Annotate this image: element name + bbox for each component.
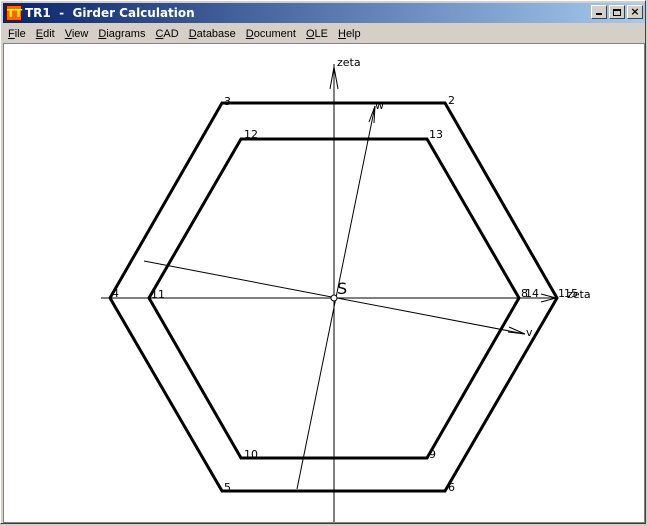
centroid-label: S xyxy=(337,279,347,298)
node-label-13: 13 xyxy=(429,128,443,141)
menu-edit[interactable]: Edit xyxy=(31,28,60,40)
menu-file[interactable]: File xyxy=(3,28,31,40)
menu-diagrams[interactable]: Diagrams xyxy=(93,28,150,40)
v-axis-arrow xyxy=(507,326,526,335)
node-label-11: 11 xyxy=(151,288,165,301)
minimize-icon xyxy=(596,13,602,15)
zeta-axis-label: zeta xyxy=(337,56,361,69)
node-label-15: 15 xyxy=(564,287,578,300)
drawing-canvas[interactable]: S zeta zeta w v 1 2 3 4 5 6 15 8 9 10 11… xyxy=(3,43,645,523)
menu-help[interactable]: Help xyxy=(333,28,366,40)
v-axis-label: v xyxy=(526,326,533,339)
node-label-3: 3 xyxy=(224,95,231,108)
menu-view[interactable]: View xyxy=(60,28,94,40)
w-axis-label: w xyxy=(375,99,384,112)
node-label-5: 5 xyxy=(224,481,231,494)
node-label-4: 4 xyxy=(112,287,119,300)
maximize-button[interactable] xyxy=(609,5,625,19)
menu-cad[interactable]: CAD xyxy=(150,28,183,40)
window-title: TR1 - Girder Calculation xyxy=(25,6,195,20)
app-icon[interactable]: TT xyxy=(6,5,22,21)
window-controls: × xyxy=(589,5,643,19)
maximize-icon xyxy=(613,8,621,16)
cross-section-drawing: S zeta zeta w v 1 2 3 4 5 6 15 8 9 10 11… xyxy=(101,56,591,522)
node-label-14: 14 xyxy=(525,287,539,300)
title-bar[interactable]: TT TR1 - Girder Calculation × xyxy=(3,3,645,23)
node-label-10: 10 xyxy=(244,448,258,461)
close-button[interactable]: × xyxy=(627,5,643,19)
close-icon: × xyxy=(630,5,640,18)
node-label-6: 6 xyxy=(448,481,455,494)
node-label-9: 9 xyxy=(429,448,436,461)
menu-document[interactable]: Document xyxy=(241,28,301,40)
menu-bar: File Edit View Diagrams CAD Database Doc… xyxy=(3,24,645,43)
main-window: TT TR1 - Girder Calculation × File Edit … xyxy=(0,0,646,524)
menu-database[interactable]: Database xyxy=(184,28,241,40)
node-label-12: 12 xyxy=(244,128,258,141)
node-label-2: 2 xyxy=(448,94,455,107)
menu-ole[interactable]: OLE xyxy=(301,28,333,40)
minimize-button[interactable] xyxy=(591,5,607,19)
